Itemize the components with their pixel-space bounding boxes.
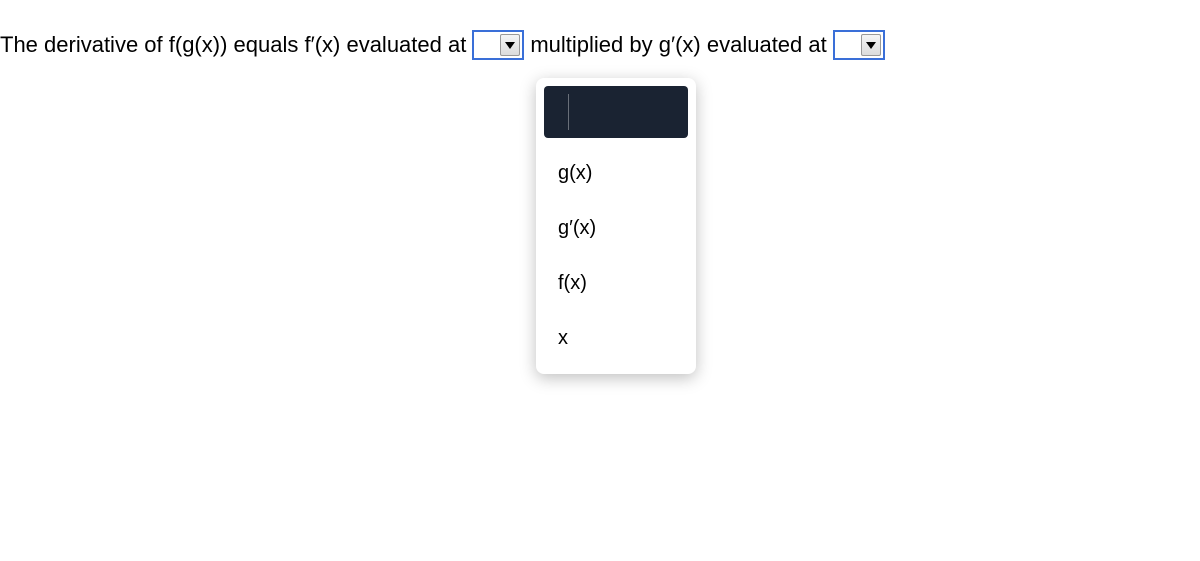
dropdown-option-gx[interactable]: g(x) [544, 146, 688, 201]
dropdown-option-gprimex[interactable]: g′(x) [544, 201, 688, 256]
sentence-part-2: multiplied by g′(x) evaluated at [530, 32, 826, 58]
dropdown-option-blank[interactable] [544, 86, 688, 138]
question-line: The derivative of f(g(x)) equals f′(x) e… [0, 30, 885, 60]
sentence-part-1: The derivative of f(g(x)) equals f′(x) e… [0, 32, 466, 58]
dropdown-arrow-icon [861, 34, 881, 56]
dropdown-2[interactable] [833, 30, 885, 60]
dropdown-1[interactable] [472, 30, 524, 60]
dropdown-arrow-icon [500, 34, 520, 56]
dropdown-option-x[interactable]: x [544, 311, 688, 366]
dropdown-option-fx[interactable]: f(x) [544, 256, 688, 311]
dropdown-1-options-panel: g(x) g′(x) f(x) x [536, 78, 696, 374]
